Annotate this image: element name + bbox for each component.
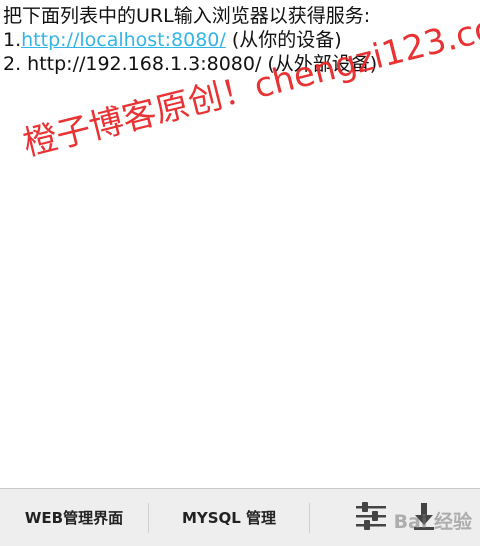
server-info: 把下面列表中的URL输入浏览器以获得服务: 1.http://localhost… [3,4,477,76]
local-url-suffix: (从你的设备) [225,29,342,51]
mysql-admin-button[interactable]: MYSQL 管理 [149,489,309,546]
local-url-line: 1.http://localhost:8080/ (从你的设备) [3,28,477,52]
sliders-icon[interactable] [354,501,388,535]
local-url-link[interactable]: http://localhost:8080/ [21,29,226,51]
external-url-line: 2. http://192.168.1.3:8080/ (从外部设备) [3,53,378,75]
download-icon[interactable] [412,501,436,535]
app-screen: 把下面列表中的URL输入浏览器以获得服务: 1.http://localhost… [0,0,480,546]
intro-text: 把下面列表中的URL输入浏览器以获得服务: [3,5,371,27]
bottom-toolbar: WEB管理界面 MYSQL 管理 [0,488,480,546]
web-admin-button[interactable]: WEB管理界面 [0,489,148,546]
local-url-prefix: 1. [3,29,22,51]
toolbar-icon-group [310,489,480,546]
